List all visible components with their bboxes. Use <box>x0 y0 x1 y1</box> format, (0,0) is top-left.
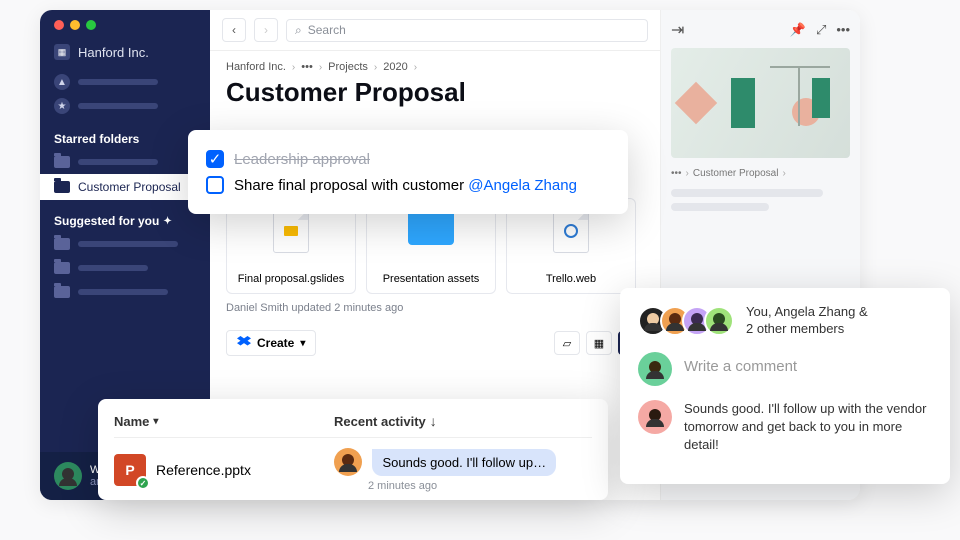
chevron-down-icon: ▾ <box>153 416 158 427</box>
avatar <box>638 400 672 434</box>
avatar <box>334 448 362 476</box>
crumb-item[interactable]: Projects <box>328 61 368 73</box>
placeholder-line <box>671 189 823 197</box>
members-summary: You, Angela Zhang & 2 other members <box>746 304 868 338</box>
view-grid[interactable]: ▦ <box>586 331 612 355</box>
gslides-icon <box>273 209 309 253</box>
workspace-icon: ▦ <box>54 44 70 60</box>
activity-time: 2 minutes ago <box>368 480 592 492</box>
file-name: Final proposal.gslides <box>238 273 344 285</box>
dropbox-icon <box>237 336 251 350</box>
chevron-down-icon: ▾ <box>300 338 305 349</box>
avatar <box>638 352 672 386</box>
folder-icon <box>54 262 70 274</box>
tasks-card: ✓ Leadership approval Share final propos… <box>188 130 628 214</box>
activity-message: Sounds good. I'll follow up… <box>372 449 556 476</box>
avatar <box>54 462 82 490</box>
sidebar-folder[interactable] <box>40 256 210 280</box>
person-icon: ▲ <box>54 74 70 90</box>
back-button[interactable]: ‹ <box>222 18 246 42</box>
task-text: Share final proposal with customer @Ange… <box>234 177 577 194</box>
view-card[interactable]: ▱ <box>554 331 580 355</box>
search-icon: ⌕ <box>295 23 302 38</box>
sidebar-folder[interactable] <box>40 150 210 174</box>
comments-panel: You, Angela Zhang & 2 other members Writ… <box>620 288 950 484</box>
window-controls <box>40 20 210 40</box>
last-updated: Daniel Smith updated 2 minutes ago <box>226 302 644 314</box>
checkbox-icon[interactable] <box>206 176 224 194</box>
maximize-window[interactable] <box>86 20 96 30</box>
forward-button[interactable]: › <box>254 18 278 42</box>
sparkle-icon: ✦ <box>163 216 171 227</box>
placeholder-line <box>671 203 769 211</box>
close-window[interactable] <box>54 20 64 30</box>
crumb-more[interactable]: ••• <box>671 168 682 179</box>
sidebar-folder-active[interactable]: Customer Proposal <box>40 174 210 200</box>
crumb-item[interactable]: Customer Proposal <box>693 168 779 179</box>
comment-input[interactable]: Write a comment <box>684 352 797 386</box>
folder-icon <box>54 238 70 250</box>
minimize-window[interactable] <box>70 20 80 30</box>
workspace-switcher[interactable]: ▦ Hanford Inc. <box>40 40 210 70</box>
workspace-name: Hanford Inc. <box>78 45 149 60</box>
file-name: Reference.pptx <box>156 462 334 478</box>
column-header-name[interactable]: Name▾ <box>114 413 334 429</box>
file-name: Trello.web <box>546 273 596 285</box>
starred-folders-header: Starred folders <box>40 118 210 150</box>
arrow-down-icon: ↓ <box>430 413 437 429</box>
more-icon[interactable]: ••• <box>836 22 850 38</box>
avatar <box>704 306 734 336</box>
page-title: Customer Proposal <box>226 77 644 108</box>
file-preview[interactable] <box>671 48 850 158</box>
powerpoint-icon: P✓ <box>114 454 146 486</box>
suggested-header: Suggested for you✦ <box>40 200 210 232</box>
check-badge-icon: ✓ <box>136 476 150 490</box>
sidebar-folder[interactable] <box>40 232 210 256</box>
file-name: Presentation assets <box>383 273 480 285</box>
sidebar-folder[interactable] <box>40 280 210 304</box>
file-list-panel: Name▾ Recent activity↓ P✓ Reference.pptx… <box>98 399 608 500</box>
expand-icon[interactable]: ⤢ <box>816 22 826 38</box>
column-header-activity[interactable]: Recent activity↓ <box>334 413 592 429</box>
sidebar-item-label: Customer Proposal <box>78 180 181 194</box>
search-input[interactable]: ⌕ Search <box>286 19 648 42</box>
member-avatars[interactable] <box>638 306 734 336</box>
sidebar-item[interactable]: ▲ <box>40 70 210 94</box>
collapse-panel-icon[interactable]: ⇥ <box>671 20 684 40</box>
topbar: ‹ › ⌕ Search <box>210 10 660 51</box>
breadcrumb: Hanford Inc.› •••› Projects› 2020› <box>226 61 644 73</box>
web-icon <box>553 209 589 253</box>
task-text: Leadership approval <box>234 151 370 168</box>
crumb-root[interactable]: Hanford Inc. <box>226 61 286 73</box>
sidebar-item[interactable]: ★ <box>40 94 210 118</box>
pin-icon[interactable]: 📌 <box>790 22 806 38</box>
star-icon: ★ <box>54 98 70 114</box>
create-button[interactable]: Create ▾ <box>226 330 316 356</box>
folder-icon <box>408 209 454 245</box>
comment-text: Sounds good. I'll follow up with the ven… <box>684 400 932 455</box>
folder-icon <box>54 181 70 193</box>
create-label: Create <box>257 336 294 350</box>
crumb-more[interactable]: ••• <box>301 61 313 73</box>
checkbox-checked-icon[interactable]: ✓ <box>206 150 224 168</box>
folder-icon <box>54 156 70 168</box>
search-placeholder: Search <box>308 23 346 37</box>
folder-icon <box>54 286 70 298</box>
task-row[interactable]: ✓ Leadership approval <box>206 146 610 172</box>
task-row[interactable]: Share final proposal with customer @Ange… <box>206 172 610 198</box>
crumb-item[interactable]: 2020 <box>383 61 407 73</box>
inspector-breadcrumb: •••› Customer Proposal› <box>671 168 850 179</box>
file-row[interactable]: P✓ Reference.pptx Sounds good. I'll foll… <box>114 438 592 492</box>
mention[interactable]: @Angela Zhang <box>468 177 577 194</box>
